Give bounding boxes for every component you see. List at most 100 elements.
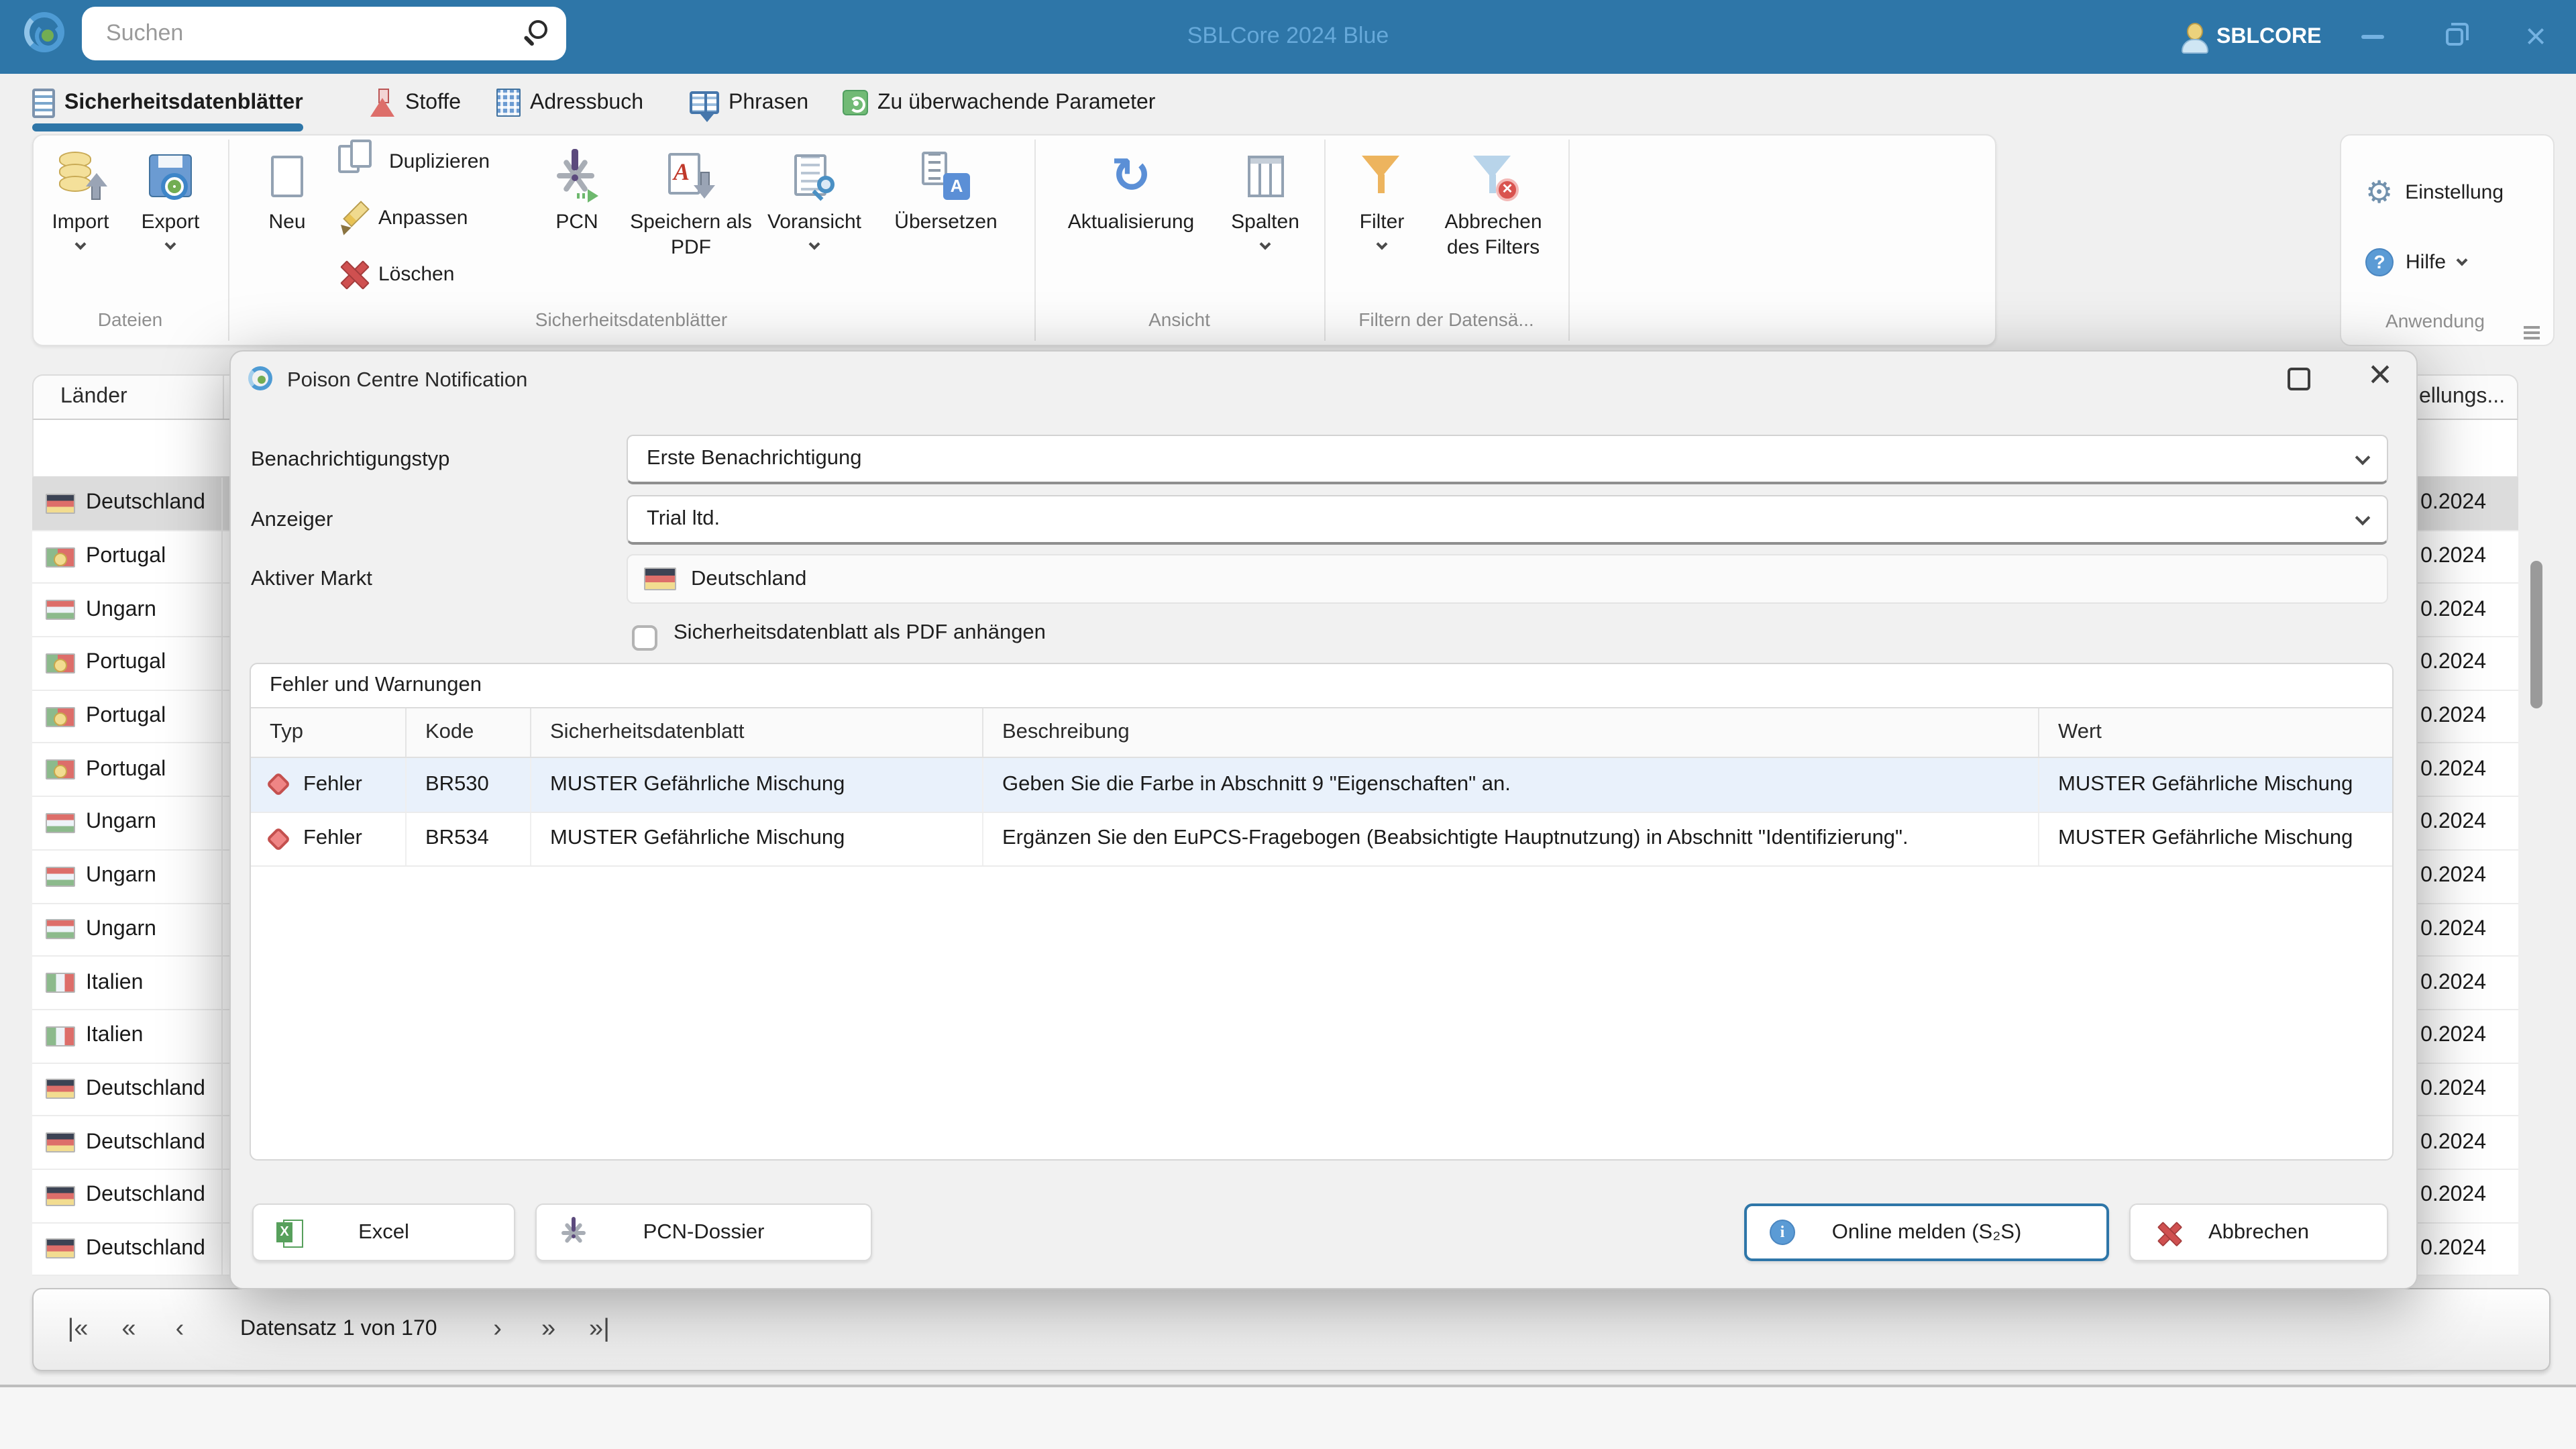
close-window-button[interactable]: × — [2512, 16, 2560, 56]
delete-button[interactable]: Löschen — [338, 258, 454, 290]
dialog-maximize-button[interactable] — [2288, 368, 2310, 390]
it-flag-icon — [46, 1026, 75, 1046]
save-as-pdf-button[interactable]: A Speichern als PDF — [627, 142, 755, 260]
tab-label: Sicherheitsdatenblätter — [64, 91, 303, 113]
country-cell: Portugal — [32, 743, 223, 796]
tabbar: Sicherheitsdatenblätter Stoffe Adressbuch P… — [0, 74, 2576, 131]
tab-sicherheitsdatenblätter[interactable]: Sicherheitsdatenblätter — [32, 74, 303, 131]
tab-phrasen[interactable]: Phrasen — [690, 74, 808, 131]
vertical-scrollbar[interactable] — [2528, 374, 2545, 1277]
report-online-button[interactable]: i Online melden (S₂S) — [1744, 1203, 2109, 1261]
col-header-sdb[interactable]: Sicherheitsdatenblatt — [531, 708, 983, 757]
dialog-close-button[interactable]: × — [2361, 353, 2399, 398]
col-header-beschreibung[interactable]: Beschreibung — [983, 708, 2039, 757]
first-page-button[interactable] — [52, 1315, 103, 1344]
errors-panel-title: Fehler und Warnungen — [251, 664, 2392, 708]
country-cell: Ungarn — [32, 904, 223, 956]
edit-button[interactable]: Anpassen — [338, 201, 468, 233]
pcn-dossier-button[interactable]: PCN-Dossier — [535, 1203, 872, 1261]
new-document-icon — [271, 155, 303, 197]
error-row[interactable]: Fehler BR530 MUSTER Gefährliche Mischung Ge… — [251, 758, 2392, 812]
chevron-down-icon — [2456, 254, 2468, 266]
refresh-button[interactable]: ↻ Aktualisierung — [1056, 142, 1206, 235]
fast-next-button[interactable] — [523, 1315, 574, 1344]
preview-button[interactable]: Voransicht — [757, 142, 872, 250]
help-button[interactable]: ? Hilfe — [2365, 246, 2468, 278]
errors-warnings-panel: Fehler und Warnungen Typ Kode Sicherheit… — [250, 663, 2394, 1161]
cancel-filter-icon: ✕ — [1470, 153, 1519, 201]
pagination-bar: Datensatz 1 von 170 — [32, 1288, 2551, 1371]
pcn-notification-icon — [550, 146, 604, 205]
duplicate-button[interactable]: Duplizieren — [338, 140, 490, 177]
search-icon[interactable] — [529, 20, 547, 39]
preview-magnifier-icon — [794, 154, 835, 197]
date-cell: 0.2024 — [2420, 864, 2486, 888]
active-market-field[interactable]: Deutschland — [627, 554, 2388, 604]
new-button[interactable]: Neu — [240, 142, 334, 235]
record-counter: Datensatz 1 von 170 — [240, 1318, 437, 1340]
import-button[interactable]: Import — [34, 142, 127, 250]
tab-adressbuch[interactable]: Adressbuch — [496, 74, 643, 131]
group-label-dateien: Dateien — [97, 309, 163, 330]
translate-button[interactable]: A Übersetzen — [881, 142, 1010, 235]
col-header-kode[interactable]: Kode — [407, 708, 531, 757]
tab-stoffe[interactable]: Stoffe — [369, 74, 461, 131]
database-import-icon — [56, 152, 107, 200]
tab-label: Adressbuch — [530, 91, 643, 113]
country-name: Deutschland — [86, 491, 205, 515]
excel-button[interactable]: Excel — [252, 1203, 515, 1261]
wert-cell: MUSTER Gefährliche Mischung — [2058, 826, 2353, 850]
application-panel: ⚙ Einstellung ? Hilfe Anwendung — [2340, 134, 2555, 346]
sdb-cell: MUSTER Gefährliche Mischung — [531, 812, 983, 865]
ribbon-separator — [1568, 140, 1570, 341]
col-header-wert[interactable]: Wert — [2039, 708, 2392, 757]
scrollbar-thumb[interactable] — [2530, 561, 2542, 708]
tab-zu-überwachende-parameter[interactable]: Zu überwachende Parameter — [843, 74, 1155, 131]
date-cell: 0.2024 — [2420, 810, 2486, 834]
minimize-button[interactable] — [2348, 16, 2396, 56]
country-name: Italien — [86, 971, 144, 994]
last-page-button[interactable] — [574, 1315, 625, 1344]
translate-icon: A — [922, 152, 970, 200]
filter-button[interactable]: Filter — [1342, 142, 1422, 250]
country-name: Deutschland — [86, 1077, 205, 1100]
de-flag-icon — [46, 493, 75, 514]
dialog-launcher-icon[interactable] — [2524, 326, 2540, 329]
search-input[interactable] — [106, 7, 508, 60]
user-avatar-icon[interactable] — [2180, 23, 2208, 54]
pcn-button[interactable]: PCN — [530, 142, 624, 235]
close-icon: × — [2525, 16, 2546, 56]
previous-page-button[interactable] — [154, 1315, 205, 1344]
chevron-down-icon — [2355, 449, 2371, 465]
col-header-typ[interactable]: Typ — [251, 708, 407, 757]
account-label[interactable]: SBLCORE — [2216, 25, 2321, 50]
settings-button[interactable]: ⚙ Einstellung — [2365, 176, 2504, 208]
book-icon — [690, 91, 719, 122]
next-page-button[interactable] — [472, 1315, 523, 1344]
columns-button[interactable]: Spalten — [1218, 142, 1312, 250]
error-row[interactable]: Fehler BR534 MUSTER Gefährliche Mischung Er… — [251, 812, 2392, 867]
notification-type-dropdown[interactable]: Erste Benachrichtigung — [627, 435, 2388, 484]
chevron-down-icon — [1259, 238, 1271, 250]
notifier-dropdown[interactable]: Trial ltd. — [627, 495, 2388, 545]
export-button[interactable]: Export — [123, 142, 217, 250]
country-name: Italien — [86, 1024, 144, 1047]
date-cell: 0.2024 — [2420, 1236, 2486, 1260]
errors-tbody: Fehler BR530 MUSTER Gefährliche Mischung Ge… — [251, 758, 2392, 867]
typ-text: Fehler — [303, 772, 362, 796]
country-name: Portugal — [86, 651, 166, 674]
cancel-filter-button[interactable]: ✕ Abbrechen des Filters — [1426, 142, 1560, 260]
restore-button[interactable] — [2430, 16, 2478, 56]
sdb-cell: MUSTER Gefährliche Mischung — [531, 758, 983, 811]
typ-cell: Fehler — [251, 812, 407, 865]
country-cell: Italien — [32, 957, 223, 1009]
country-column-header[interactable]: Länder — [34, 376, 224, 419]
country-cell: Deutschland — [32, 478, 223, 530]
fast-previous-button[interactable] — [103, 1315, 154, 1344]
de-flag-icon — [46, 1185, 75, 1206]
typ-text: Fehler — [303, 826, 362, 850]
attach-pdf-checkbox[interactable] — [632, 625, 657, 651]
columns-icon — [1247, 155, 1283, 197]
cancel-button[interactable]: Abbrechen — [2129, 1203, 2388, 1261]
flask-icon — [369, 88, 396, 117]
